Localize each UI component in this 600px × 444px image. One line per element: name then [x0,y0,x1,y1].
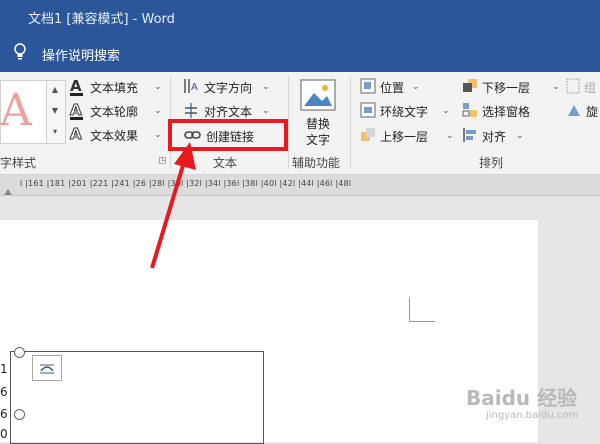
indent-marker-icon[interactable] [4,184,12,195]
gallery-up-icon[interactable]: ▲ [47,80,63,100]
resize-handle[interactable] [14,409,25,420]
group-label-accessibility: 辅助功能 [292,156,341,170]
svg-text:A: A [191,82,198,93]
group-label-text: 文本 [213,156,238,170]
bring-forward-label: 上移一层 [380,130,429,144]
margin-corner-mark [410,321,435,322]
wrap-text-icon [360,102,376,118]
group-separator [350,76,351,168]
selection-pane-button[interactable]: 选择窗格 [462,101,562,121]
text-effects-label: 文本效果 [90,129,139,143]
text-direction-label: 文字方向 [204,81,253,95]
send-backward-button[interactable]: 下移一层 ⌄ [462,77,562,97]
bring-forward-icon [361,128,375,141]
watermark: Baidu 经验 [466,386,578,410]
layout-options-button[interactable] [32,355,62,381]
rotate-label: 旋 [586,105,599,119]
align-button[interactable]: 对齐 ⌄ [462,126,532,146]
send-backward-icon [463,79,477,92]
position-button[interactable]: 位置 ⌄ [360,77,440,97]
margin-corner-mark [409,298,410,322]
chevron-down-icon: ⌄ [446,131,454,141]
resize-handle[interactable] [14,347,25,358]
chevron-down-icon: ⌄ [552,82,560,92]
chevron-down-icon: ⌄ [154,106,162,116]
line-number: 6 [0,385,8,399]
chevron-down-icon: ⌄ [412,82,420,92]
position-icon [360,78,376,94]
chevron-down-icon: ⌄ [262,82,270,92]
chevron-down-icon: ⌄ [516,131,524,141]
group-icon [566,78,580,94]
chevron-down-icon: ⌄ [154,130,162,140]
align-text-label: 对齐文本 [204,105,253,119]
wrap-text-label: 环绕文字 [380,105,429,119]
send-backward-label: 下移一层 [482,81,531,95]
text-effects-icon: A [70,125,83,144]
selection-pane-icon [462,103,477,117]
wrap-text-button[interactable]: 环绕文字 ⌄ [360,101,456,121]
group-separator [288,76,289,168]
align-text-icon [185,103,197,118]
group-label-arrange: 排列 [479,156,504,170]
text-outline-label: 文本轮廓 [90,105,139,119]
layout-options-icon [40,364,54,374]
text-direction-button[interactable]: A 文字方向 ⌄ [182,77,282,97]
text-fill-color-bar [70,93,83,96]
gallery-down-icon[interactable]: ▼ [47,101,63,121]
annotation-arrow [150,142,196,269]
alt-text-button[interactable]: 替换 文字 [296,77,342,149]
text-outline-color-bar [70,117,83,120]
wordart-preview-icon: A [0,85,32,136]
line-number: 6 [0,407,8,421]
text-fill-label: 文本填充 [90,81,139,95]
watermark-url: jingyan.baidu.com [486,410,579,421]
text-fill-button[interactable]: A 文本填充 ⌄ [70,77,168,97]
gallery-more-icon[interactable]: ▾ [47,122,63,142]
window-title: 文档1 [兼容模式] - Word [28,12,175,27]
position-label: 位置 [380,81,405,95]
chevron-down-icon: ⌄ [442,106,450,116]
align-text-button[interactable]: 对齐文本 ⌄ [182,101,282,121]
line-number: 1 [0,362,8,376]
group-label: 组 [584,81,597,95]
align-label: 对齐 [482,130,507,144]
rotate-button[interactable]: 旋 [566,101,600,121]
align-icon [463,128,476,142]
line-number: 0 [0,427,8,441]
tell-me-search[interactable]: 操作说明搜索 [42,45,120,64]
alt-text-label-1: 替换 [306,117,331,131]
lightbulb-icon [14,43,26,60]
alt-text-label-2: 文字 [306,133,331,147]
text-direction-icon: A [184,79,198,93]
chevron-down-icon: ⌄ [262,106,270,116]
selection-pane-label: 选择窗格 [482,105,531,119]
bring-forward-button[interactable]: 上移一层 ⌄ [360,126,456,146]
rotate-icon [568,105,580,116]
group-button[interactable]: 组 [566,77,600,97]
picture-icon [300,79,336,111]
chevron-down-icon: ⌄ [154,82,162,92]
text-outline-button[interactable]: A 文本轮廓 ⌄ [70,101,168,121]
group-label-wordart-styles: 字样式 [0,156,37,170]
